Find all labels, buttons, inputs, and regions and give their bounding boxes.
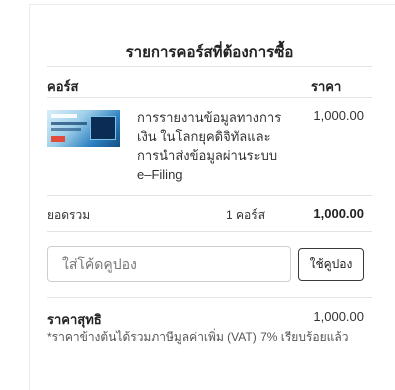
- divider: [47, 231, 372, 232]
- column-header-course: คอร์ส: [47, 79, 79, 94]
- divider: [47, 195, 372, 196]
- net-price-value: 1,000.00: [313, 309, 364, 324]
- apply-coupon-button[interactable]: ใช้คูปอง: [298, 248, 364, 281]
- vat-note: *ราคาข้างต้นได้รวมภาษีมูลค่าเพิ่ม (VAT) …: [47, 330, 349, 344]
- divider: [47, 66, 372, 67]
- course-thumbnail[interactable]: [47, 110, 120, 147]
- column-header-price: ราคา: [311, 79, 342, 94]
- thumbnail-text: [51, 128, 81, 131]
- cart-title: รายการคอร์สที่ต้องการซื้อ: [125, 44, 294, 61]
- course-name[interactable]: การรายงานข้อมูลทางการเงิน ในโลกยุคดิจิทั…: [137, 108, 287, 184]
- thumbnail-text: [51, 122, 87, 125]
- subtotal-label: ยอดรวม: [47, 208, 91, 222]
- thumbnail-badge: [51, 136, 65, 142]
- divider: [47, 97, 372, 98]
- thumbnail-logo: [51, 114, 77, 118]
- coupon-code-input[interactable]: [47, 246, 291, 282]
- course-price: 1,000.00: [313, 108, 364, 123]
- divider: [47, 297, 372, 298]
- thumbnail-screen-graphic: [90, 116, 116, 140]
- subtotal-value: 1,000.00: [313, 206, 364, 221]
- subtotal-course-count: 1 คอร์ส: [226, 208, 266, 222]
